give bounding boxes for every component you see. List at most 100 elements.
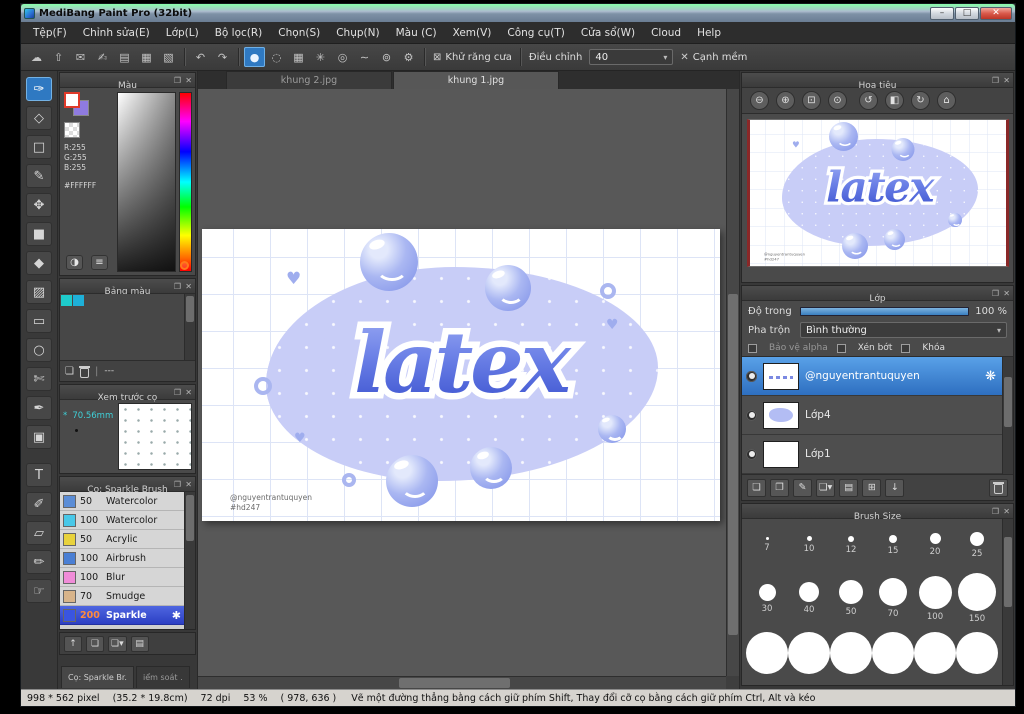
brush-list-scrollbar[interactable]: [184, 492, 195, 629]
layer-row-selected[interactable]: @nguyentrantuquyen ❋: [742, 357, 1002, 396]
navigator-preview[interactable]: latex latex ♥ @nguyentrantuquyen #hd247: [746, 119, 1009, 267]
saturation-value-picker[interactable]: [117, 92, 176, 272]
trash-icon[interactable]: [78, 365, 90, 378]
adjust-dropdown[interactable]: 40 ▾: [589, 49, 674, 65]
page-edit-icon[interactable]: ▧: [158, 47, 179, 67]
close-icon[interactable]: ✕: [185, 386, 192, 399]
cloud-icon[interactable]: ☁: [26, 47, 47, 67]
marquee-tool[interactable]: ▭: [26, 309, 52, 333]
brush-size-option[interactable]: [956, 629, 998, 675]
new-brush-icon[interactable]: ❏: [86, 635, 104, 652]
close-icon[interactable]: ✕: [1003, 287, 1010, 300]
alpha-lock-checkbox[interactable]: [748, 343, 757, 353]
dock-tab-brush[interactable]: Cọ: Sparkle Br.: [61, 666, 134, 688]
popout-icon[interactable]: ❐: [992, 287, 999, 300]
brush-size-option[interactable]: 15: [872, 522, 914, 568]
visibility-icon[interactable]: [746, 448, 757, 460]
canvas-horizontal-scrollbar[interactable]: [198, 676, 726, 689]
close-icon[interactable]: ✕: [1003, 74, 1010, 87]
close-icon[interactable]: ✕: [1003, 505, 1010, 518]
delete-layer-button[interactable]: [989, 478, 1008, 497]
brush-tool[interactable]: ✑: [26, 77, 52, 101]
publish-icon[interactable]: ⇧: [48, 47, 69, 67]
menu-color[interactable]: Màu (C): [388, 22, 445, 44]
reset-view-icon[interactable]: ⌂: [937, 91, 956, 110]
popout-icon[interactable]: ❐: [174, 280, 181, 293]
merge-layer-icon[interactable]: ⊞: [862, 478, 882, 497]
layer-list-scrollbar[interactable]: [1002, 357, 1013, 474]
brush-size-option[interactable]: 7: [746, 522, 788, 568]
rect-select-tool[interactable]: □: [26, 135, 52, 159]
minimize-button[interactable]: –: [930, 6, 954, 20]
palette-swatch[interactable]: [73, 295, 84, 306]
brush-size-option[interactable]: 150: [956, 573, 998, 624]
brush-settings-icon[interactable]: ▤: [130, 635, 149, 652]
menu-cloud[interactable]: Cloud: [643, 22, 689, 44]
eraser-tool[interactable]: ◇: [26, 106, 52, 130]
add-layer-menu-icon[interactable]: ❏▾: [816, 478, 836, 497]
visibility-icon[interactable]: [746, 370, 757, 382]
rotate-left-icon[interactable]: ↺: [859, 91, 878, 110]
move-tool[interactable]: ✥: [26, 193, 52, 217]
select-pen-tool[interactable]: ✐: [26, 492, 52, 516]
brush-size-option[interactable]: [830, 629, 872, 675]
color-sliders-icon[interactable]: ≡: [91, 255, 108, 270]
brush-size-option[interactable]: 50: [830, 576, 872, 622]
brush-settings-gear-icon[interactable]: ✱: [172, 609, 181, 622]
curve-icon[interactable]: ∼: [354, 47, 375, 67]
page-icon[interactable]: ▤: [114, 47, 135, 67]
menu-tools[interactable]: Công cụ(T): [499, 22, 572, 44]
fit-screen-icon[interactable]: ⊡: [802, 91, 821, 110]
zoom-out-icon[interactable]: ⊖: [750, 91, 769, 110]
annotate-icon[interactable]: ✍: [92, 47, 113, 67]
brush-size-option[interactable]: 70: [872, 576, 914, 622]
scatter-icon[interactable]: ✳: [310, 47, 331, 67]
transfer-layer-icon[interactable]: ↓: [885, 478, 905, 497]
brush-size-option[interactable]: 30: [746, 576, 788, 622]
document-tab[interactable]: khung 2.jpg: [226, 71, 392, 89]
brush-item[interactable]: 100 Blur: [60, 568, 184, 587]
text-tool[interactable]: T: [26, 463, 52, 487]
menu-edit[interactable]: Chỉnh sửa(E): [75, 22, 158, 44]
tone-icon[interactable]: ▦: [288, 47, 309, 67]
brush-menu-icon[interactable]: ❏▾: [108, 635, 127, 652]
scrollbar-thumb[interactable]: [728, 294, 738, 635]
comment-icon[interactable]: ✉: [70, 47, 91, 67]
brush-size-option[interactable]: [914, 629, 956, 675]
hue-marker[interactable]: [180, 261, 189, 270]
close-button[interactable]: ✕: [980, 6, 1012, 20]
pencil-tool[interactable]: ✏: [26, 550, 52, 574]
canvas-vertical-scrollbar[interactable]: [726, 89, 739, 676]
antialias-checkbox-icon[interactable]: ⊠: [433, 52, 441, 63]
popout-icon[interactable]: ❐: [174, 386, 181, 399]
document-tab-active[interactable]: khung 1.jpg: [393, 71, 559, 89]
popout-icon[interactable]: ❐: [992, 74, 999, 87]
brush-item[interactable]: 100 Watercolor: [60, 511, 184, 530]
background-color-swatch[interactable]: [64, 122, 80, 138]
gear-icon[interactable]: ⚙: [398, 47, 419, 67]
brush-item[interactable]: 50 Acrylic: [60, 530, 184, 549]
soft-brush-icon[interactable]: ◌: [266, 47, 287, 67]
brush-item[interactable]: 100 Airbrush: [60, 549, 184, 568]
brush-size-option[interactable]: 20: [914, 522, 956, 568]
pen-tool[interactable]: ✎: [26, 164, 52, 188]
menu-filter[interactable]: Bộ lọc(R): [207, 22, 271, 44]
palette-swatch[interactable]: [61, 295, 72, 306]
page-grid-icon[interactable]: ▦: [136, 47, 157, 67]
brush-size-option[interactable]: [788, 629, 830, 675]
brush-size-option[interactable]: 12: [830, 522, 872, 568]
upload-brush-icon[interactable]: ↑: [64, 635, 82, 652]
scissors-tool[interactable]: ✄: [26, 367, 52, 391]
ring-icon[interactable]: ◎: [332, 47, 353, 67]
scrollbar-thumb[interactable]: [186, 296, 194, 322]
menu-layer[interactable]: Lớp(L): [158, 22, 207, 44]
brush-item[interactable]: 70 Smudge: [60, 587, 184, 606]
layer-gear-icon[interactable]: ❋: [985, 369, 996, 384]
new-layer-icon[interactable]: ❏: [747, 478, 766, 497]
clipping-checkbox[interactable]: [836, 343, 846, 353]
brush-size-option[interactable]: [746, 629, 788, 675]
hand-tool[interactable]: ☞: [26, 579, 52, 603]
folder-icon[interactable]: ▤: [839, 478, 859, 497]
scrollbar-thumb[interactable]: [1004, 537, 1012, 607]
blend-mode-dropdown[interactable]: Bình thường ▾: [800, 322, 1007, 338]
